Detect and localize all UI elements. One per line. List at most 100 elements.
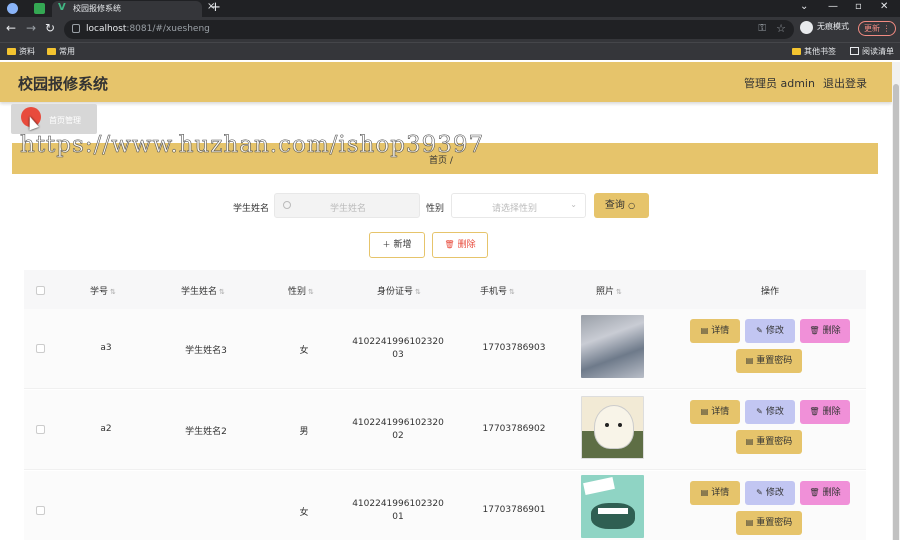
gender-label: 性别 xyxy=(426,204,445,214)
url-input[interactable]: localhost:8081/#/xuesheng ⚿ ☆ xyxy=(64,20,794,39)
plus-icon: ＋ xyxy=(382,240,391,249)
reading-list-icon xyxy=(850,47,859,55)
column-header-actions: 操作 xyxy=(761,287,780,297)
globe-icon[interactable] xyxy=(7,3,18,14)
delete-button[interactable]: 🗑 删除 xyxy=(800,481,850,505)
pencil-icon: ✎ xyxy=(756,488,763,497)
detail-button[interactable]: ▤ 详情 xyxy=(690,481,740,505)
sort-icon[interactable]: ⇅ xyxy=(509,288,515,296)
browser-tab-bar: V 校园报修系统 × + ⌄ — ▫ ✕ xyxy=(0,0,900,17)
watermark: https://www.huzhan.com/ishop39397 xyxy=(20,132,485,159)
delete-button[interactable]: 🗑 删除 xyxy=(800,400,850,424)
edit-button[interactable]: ✎ 修改 xyxy=(745,319,795,343)
gender-placeholder: 请选择性别 xyxy=(492,204,538,214)
cell-id: a3 xyxy=(100,343,112,353)
query-button[interactable]: 查询 ○ xyxy=(594,193,649,218)
reading-list[interactable]: 阅读清单 xyxy=(850,46,894,57)
detail-button[interactable]: ▤ 详情 xyxy=(690,319,740,343)
chevron-down-icon[interactable]: ⌄ xyxy=(800,1,808,12)
bear-shape xyxy=(594,405,634,449)
student-photo[interactable] xyxy=(581,396,644,459)
page-scrollbar[interactable] xyxy=(892,62,900,540)
bookmark-folder-changyong[interactable]: 常用 xyxy=(47,46,75,57)
add-button[interactable]: ＋新增 xyxy=(369,232,425,258)
search-icon: ○ xyxy=(628,201,636,210)
sort-icon[interactable]: ⇅ xyxy=(219,288,225,296)
reset-password-button[interactable]: ▤ 重置密码 xyxy=(736,511,802,535)
info-icon[interactable] xyxy=(72,24,80,33)
restore-icon[interactable]: ▫ xyxy=(855,1,862,12)
tag-home[interactable]: 首页管理 xyxy=(11,104,97,134)
logout-link[interactable]: 退出登录 xyxy=(823,75,867,91)
row-checkbox[interactable] xyxy=(36,344,45,353)
sort-icon[interactable]: ⇅ xyxy=(110,288,116,296)
update-button[interactable]: 更新 ⋮ xyxy=(858,21,896,36)
row-checkbox[interactable] xyxy=(36,506,45,515)
sheet-icon[interactable] xyxy=(34,3,45,14)
column-header-photo[interactable]: 照片 ⇅ xyxy=(596,284,622,297)
window-close-icon[interactable]: ✕ xyxy=(880,1,888,12)
app-header: 校园报修系统 管理员 admin 退出登录 xyxy=(0,62,892,102)
trash-icon: 🗑 xyxy=(444,240,455,249)
row-checkbox[interactable] xyxy=(36,425,45,434)
new-tab-icon[interactable]: + xyxy=(210,0,221,15)
reset-password-button[interactable]: ▤ 重置密码 xyxy=(736,349,802,373)
minimize-icon[interactable]: — xyxy=(828,1,838,12)
cell-phone: 17703786901 xyxy=(482,505,546,515)
column-header-id[interactable]: 学号 ⇅ xyxy=(90,284,116,297)
document-icon: ▤ xyxy=(745,356,754,365)
pencil-icon: ✎ xyxy=(756,326,763,335)
document-icon: ▤ xyxy=(745,437,754,446)
folder-icon xyxy=(47,48,56,55)
edit-button[interactable]: ✎ 修改 xyxy=(745,481,795,505)
column-header-name[interactable]: 学生姓名 ⇅ xyxy=(181,284,225,297)
sort-icon[interactable]: ⇅ xyxy=(415,288,421,296)
student-photo[interactable] xyxy=(581,475,644,538)
detail-button[interactable]: ▤ 详情 xyxy=(690,400,740,424)
bookmark-folder-other[interactable]: 其他书签 xyxy=(792,46,836,57)
cell-gender: 女 xyxy=(299,346,309,356)
sort-icon[interactable]: ⇅ xyxy=(616,288,622,296)
sort-icon[interactable]: ⇅ xyxy=(308,288,314,296)
incognito-label: 无痕模式 xyxy=(817,22,849,31)
chevron-down-icon: ⌄ xyxy=(570,200,577,209)
reset-password-button[interactable]: ▤ 重置密码 xyxy=(736,430,802,454)
column-header-gender[interactable]: 性别 ⇅ xyxy=(288,284,314,297)
folder-icon xyxy=(7,48,16,55)
monster-mouth xyxy=(591,503,635,529)
table-row: a2 学生姓名2 男 4102241996102320 02 1770378690… xyxy=(24,390,866,470)
scroll-thumb[interactable] xyxy=(893,84,899,540)
folder-icon xyxy=(792,48,801,55)
cell-phone: 17703786903 xyxy=(482,343,546,353)
back-icon[interactable]: ← xyxy=(6,21,16,35)
trash-icon: 🗑 xyxy=(809,407,820,416)
gender-select[interactable]: 请选择性别 ⌄ xyxy=(451,193,586,218)
vue-icon: V xyxy=(58,2,66,13)
forward-icon[interactable]: → xyxy=(26,21,36,35)
cell-idcard: 4102241996102320 02 xyxy=(352,418,444,441)
cell-name: 学生姓名3 xyxy=(185,346,227,356)
bear-eye xyxy=(618,423,622,427)
bookmarks-bar: 资料 常用 其他书签 阅读清单 xyxy=(0,42,900,60)
reload-icon[interactable]: ↻ xyxy=(45,21,55,35)
bear-eye xyxy=(605,423,609,427)
url-text: localhost:8081/#/xuesheng xyxy=(86,24,210,34)
address-bar: ← → ↻ localhost:8081/#/xuesheng ⚿ ☆ 无痕模式… xyxy=(0,17,900,42)
student-photo[interactable] xyxy=(581,315,644,378)
column-header-idcard[interactable]: 身份证号 ⇅ xyxy=(377,284,421,297)
app-title: 校园报修系统 xyxy=(18,75,109,93)
cell-gender: 女 xyxy=(299,508,309,518)
select-all-checkbox[interactable] xyxy=(36,286,45,295)
key-icon[interactable]: ⚿ xyxy=(758,23,766,34)
edit-button[interactable]: ✎ 修改 xyxy=(745,400,795,424)
search-icon xyxy=(283,201,291,209)
bookmark-folder-ziliao[interactable]: 资料 xyxy=(7,46,35,57)
batch-delete-button[interactable]: 🗑 删除 xyxy=(432,232,488,258)
name-search-input[interactable]: 学生姓名 xyxy=(274,193,420,218)
cell-id: a2 xyxy=(100,424,112,434)
delete-button[interactable]: 🗑 删除 xyxy=(800,319,850,343)
star-icon[interactable]: ☆ xyxy=(776,22,786,35)
column-header-phone[interactable]: 手机号 ⇅ xyxy=(480,284,515,297)
table-row: a3 学生姓名3 女 4102241996102320 03 1770378690… xyxy=(24,309,866,389)
document-icon: ▤ xyxy=(700,407,709,416)
